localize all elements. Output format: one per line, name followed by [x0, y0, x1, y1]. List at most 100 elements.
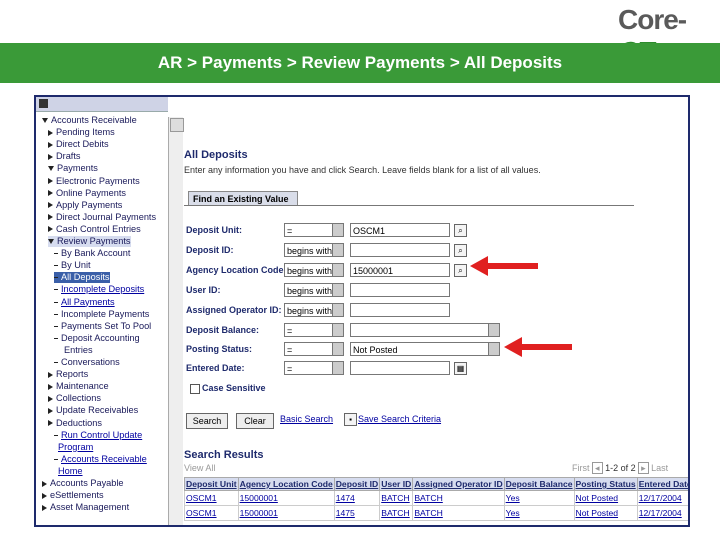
menu-item[interactable]: Direct Debits: [48, 139, 109, 150]
expanded-icon[interactable]: [42, 118, 48, 124]
table-cell[interactable]: BATCH: [379, 490, 414, 506]
menu-item[interactable]: Accounts Receivable: [54, 454, 147, 465]
table-cell[interactable]: 1475: [333, 505, 381, 521]
collapsed-icon[interactable]: [48, 153, 53, 160]
menu-item[interactable]: Reports: [48, 369, 88, 380]
save-search-criteria-link[interactable]: Save Search Criteria: [358, 414, 441, 424]
operator-select[interactable]: begins with: [284, 243, 344, 257]
value-input[interactable]: [350, 303, 450, 317]
column-header[interactable]: Deposit Balance: [503, 477, 575, 491]
calendar-icon[interactable]: ▦: [454, 362, 467, 375]
column-header[interactable]: Deposit Unit: [184, 477, 239, 491]
collapsed-icon[interactable]: [48, 178, 53, 185]
lookup-icon[interactable]: ⌕: [454, 244, 467, 257]
operator-select[interactable]: =: [284, 361, 344, 375]
column-header[interactable]: User ID: [379, 477, 414, 491]
menu-item[interactable]: Entries: [64, 345, 93, 356]
menu-item[interactable]: Online Payments: [48, 188, 126, 199]
menu-item[interactable]: Payments Set To Pool: [54, 321, 151, 332]
collapsed-icon[interactable]: [48, 202, 53, 209]
operator-select[interactable]: begins with: [284, 303, 344, 317]
lookup-icon[interactable]: ⌕: [454, 264, 467, 277]
pager-next-icon[interactable]: ▸: [638, 462, 649, 474]
column-header[interactable]: Deposit ID: [333, 477, 381, 491]
menu-item[interactable]: Deductions: [48, 418, 102, 429]
menu-item[interactable]: eSettlements: [42, 490, 104, 501]
operator-select[interactable]: =: [284, 323, 344, 337]
menu-item[interactable]: Collections: [48, 393, 101, 404]
collapsed-icon[interactable]: [42, 492, 47, 499]
menu-icon[interactable]: [39, 99, 48, 108]
expanded-icon[interactable]: [48, 239, 54, 245]
menu-item[interactable]: Conversations: [54, 357, 120, 368]
pager-last[interactable]: Last: [651, 463, 668, 473]
view-all-link[interactable]: View All: [184, 463, 215, 473]
menu-item[interactable]: Drafts: [48, 151, 81, 162]
operator-select[interactable]: begins with: [284, 263, 344, 277]
menu-item[interactable]: Maintenance: [48, 381, 109, 392]
expanded-icon[interactable]: [48, 166, 54, 172]
column-header[interactable]: Entered Date: [636, 477, 688, 491]
table-row[interactable]: OSCM1 15000001 1475 BATCH BATCH Yes Not Posted…: [184, 505, 688, 521]
scroll-up-icon[interactable]: [170, 118, 184, 132]
value-select[interactable]: [350, 323, 500, 337]
operator-select[interactable]: =: [284, 342, 344, 356]
value-input[interactable]: [350, 361, 450, 375]
menu-scrollbar[interactable]: [168, 117, 184, 525]
collapsed-icon[interactable]: [48, 371, 53, 378]
menu-item[interactable]: Run Control Update: [54, 430, 142, 441]
menu-item[interactable]: Incomplete Deposits: [54, 284, 144, 295]
pager-first[interactable]: First: [572, 463, 590, 473]
collapsed-icon[interactable]: [42, 480, 47, 487]
clear-button[interactable]: Clear: [236, 413, 274, 429]
collapsed-icon[interactable]: [48, 420, 53, 427]
table-cell[interactable]: 12/17/2004: [636, 505, 688, 521]
menu-item[interactable]: Electronic Payments: [48, 176, 140, 187]
table-cell[interactable]: BATCH: [412, 490, 505, 506]
menu-item[interactable]: Accounts Receivable: [42, 115, 137, 126]
column-header[interactable]: Agency Location Code: [237, 477, 335, 491]
operator-select[interactable]: =: [284, 223, 344, 237]
column-header[interactable]: Posting Status: [573, 477, 638, 491]
table-cell[interactable]: 1474: [333, 490, 381, 506]
column-header[interactable]: Assigned Operator ID: [412, 477, 505, 491]
collapsed-icon[interactable]: [48, 383, 53, 390]
table-cell[interactable]: Not Posted: [573, 505, 638, 521]
basic-search-link[interactable]: Basic Search: [280, 414, 333, 424]
table-cell[interactable]: OSCM1: [184, 490, 239, 506]
search-button[interactable]: Search: [186, 413, 228, 429]
collapsed-icon[interactable]: [48, 129, 53, 136]
value-input[interactable]: [350, 243, 450, 257]
table-row[interactable]: OSCM1 15000001 1474 BATCH BATCH Yes Not Posted…: [184, 490, 688, 506]
menu-item[interactable]: Direct Journal Payments: [48, 212, 156, 223]
menu-item[interactable]: All Payments: [54, 297, 115, 308]
menu-item[interactable]: Apply Payments: [48, 200, 122, 211]
value-input[interactable]: OSCM1: [350, 223, 450, 237]
menu-item[interactable]: Payments: [48, 163, 98, 174]
table-cell[interactable]: 15000001: [237, 505, 335, 521]
collapsed-icon[interactable]: [48, 226, 53, 233]
pager-prev-icon[interactable]: ◂: [592, 462, 603, 474]
tab-find-existing-value[interactable]: Find an Existing Value: [188, 191, 298, 206]
collapsed-icon[interactable]: [48, 141, 53, 148]
menu-item[interactable]: Incomplete Payments: [54, 309, 149, 320]
menu-item[interactable]: Deposit Accounting: [54, 333, 140, 344]
menu-item[interactable]: By Bank Account: [54, 248, 130, 259]
table-cell[interactable]: BATCH: [379, 505, 414, 521]
case-sensitive-checkbox[interactable]: [190, 384, 200, 394]
collapsed-icon[interactable]: [48, 395, 53, 402]
table-cell[interactable]: 12/17/2004: [636, 490, 688, 506]
collapsed-icon[interactable]: [42, 504, 47, 511]
menu-item[interactable]: Accounts Payable: [42, 478, 124, 489]
menu-item[interactable]: All Deposits: [54, 272, 110, 284]
menu-item[interactable]: Home: [58, 466, 83, 477]
operator-select[interactable]: begins with: [284, 283, 344, 297]
lookup-icon[interactable]: ⌕: [454, 224, 467, 237]
menu-item[interactable]: Cash Control Entries: [48, 224, 141, 235]
table-cell[interactable]: Yes: [503, 490, 575, 506]
collapsed-icon[interactable]: [48, 214, 53, 221]
menu-item[interactable]: By Unit: [54, 260, 91, 271]
value-select[interactable]: Not Posted: [350, 342, 500, 356]
menu-item[interactable]: Update Receivables: [48, 405, 138, 416]
menu-item[interactable]: Program: [58, 442, 93, 453]
